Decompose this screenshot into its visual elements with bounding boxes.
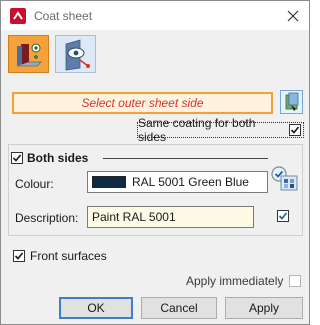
- colour-value: RAL 5001 Green Blue: [132, 175, 249, 189]
- coat-outer-side-button[interactable]: [8, 35, 49, 73]
- checkmark-icon: [290, 126, 300, 134]
- pick-sheet-icon: [285, 92, 299, 111]
- apply-immediately-option[interactable]: Apply immediately: [186, 274, 302, 288]
- window-title: Coat sheet: [34, 9, 93, 23]
- both-sides-header[interactable]: Both sides: [11, 151, 88, 165]
- same-coating-option[interactable]: Same coating for both sides: [137, 116, 304, 144]
- checkmark-icon: [12, 154, 22, 162]
- close-button[interactable]: [282, 5, 304, 27]
- description-checkbox[interactable]: [277, 210, 289, 222]
- front-surfaces-checkbox[interactable]: [13, 250, 25, 262]
- coat-visible-side-icon: [65, 39, 90, 71]
- front-surfaces-label: Front surfaces: [30, 249, 107, 263]
- pick-sheet-button[interactable]: [280, 90, 303, 114]
- same-coating-checkbox[interactable]: [289, 124, 301, 136]
- both-sides-label: Both sides: [27, 151, 89, 165]
- apply-immediately-label: Apply immediately: [186, 274, 284, 288]
- ok-button[interactable]: OK: [59, 297, 133, 319]
- selection-prompt[interactable]: Select outer sheet side: [12, 92, 273, 114]
- colour-field[interactable]: RAL 5001 Green Blue: [87, 171, 268, 193]
- coat-visible-side-button[interactable]: [55, 35, 96, 73]
- coat-sheet-dialog: Coat sheet Select outer sheet side Same …: [0, 0, 310, 325]
- apply-immediately-checkbox[interactable]: [289, 275, 302, 287]
- group-divider: [103, 158, 268, 159]
- description-label: Description:: [15, 211, 79, 225]
- cancel-button[interactable]: Cancel: [141, 297, 217, 319]
- both-sides-checkbox[interactable]: [11, 152, 23, 164]
- colour-swatch: [92, 176, 126, 188]
- apply-button[interactable]: Apply: [225, 297, 303, 319]
- app-logo-icon: [10, 8, 26, 24]
- same-coating-label: Same coating for both sides: [138, 116, 256, 144]
- checkmark-icon: [14, 252, 24, 260]
- coat-outer-side-icon: [17, 43, 42, 67]
- description-field[interactable]: Paint RAL 5001: [87, 206, 254, 228]
- colour-palette-button[interactable]: [269, 165, 301, 193]
- colour-palette-icon: [271, 166, 298, 191]
- checkmark-icon: [278, 212, 288, 220]
- close-icon: [287, 10, 299, 22]
- colour-label: Colour:: [15, 177, 54, 191]
- front-surfaces-option[interactable]: Front surfaces: [13, 249, 107, 263]
- title-bar: Coat sheet: [1, 1, 309, 30]
- description-value: Paint RAL 5001: [92, 210, 176, 224]
